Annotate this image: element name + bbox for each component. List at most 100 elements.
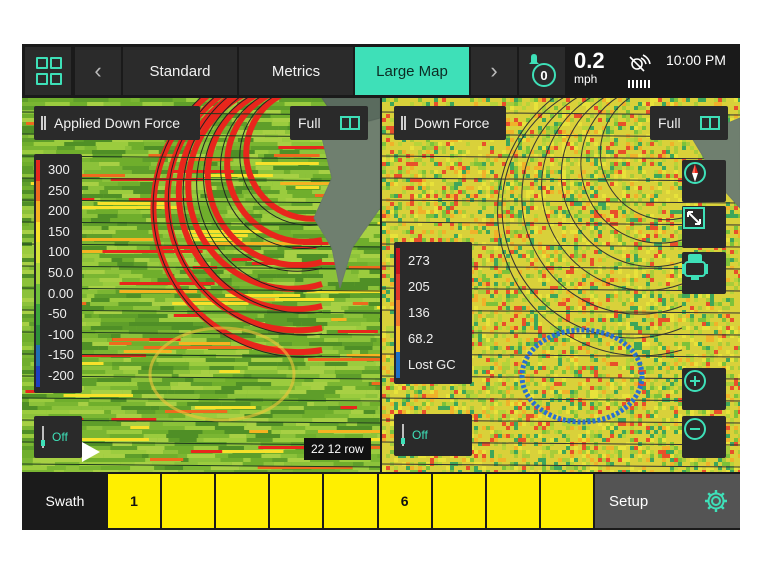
bottom-bar: Swath 1 6 Setup xyxy=(22,472,740,530)
legend-swatch xyxy=(36,345,40,366)
legend-swatch xyxy=(396,248,400,274)
swath-section[interactable] xyxy=(270,474,325,528)
right-full-button[interactable]: Full xyxy=(650,106,728,140)
legend-swatch xyxy=(396,326,400,352)
zoom-out-icon xyxy=(684,418,706,440)
legend-swatch xyxy=(36,221,40,243)
legend-label: 50.0 xyxy=(48,264,74,280)
right-off-label: Off xyxy=(412,428,428,442)
swath-section[interactable] xyxy=(540,474,595,528)
legend-swatch xyxy=(396,300,400,326)
left-legend-item: -50 xyxy=(34,304,82,325)
legend-label: 205 xyxy=(408,279,430,294)
right-full-label: Full xyxy=(658,115,681,131)
zoom-in-button[interactable] xyxy=(682,368,726,410)
legend-label: 200 xyxy=(48,203,70,219)
left-legend-item: 0.00 xyxy=(34,283,82,305)
swath-section[interactable] xyxy=(324,474,379,528)
left-full-label: Full xyxy=(298,115,321,131)
swath-section[interactable] xyxy=(216,474,271,528)
left-legend-item: 200 xyxy=(34,201,82,222)
expand-icon xyxy=(683,207,705,229)
legend-swatch xyxy=(36,324,40,346)
tab-label: Metrics xyxy=(271,62,321,80)
legend-swatch xyxy=(396,274,400,300)
left-map-view[interactable]: Applied Down Force Full 300 250 200 150 100 5… xyxy=(22,98,380,472)
right-layer-selector[interactable]: Down Force xyxy=(394,106,506,140)
right-legend-item: Lost GC xyxy=(394,352,472,378)
legend-swatch xyxy=(36,160,40,181)
grid-icon xyxy=(36,57,62,85)
legend-swatch xyxy=(36,242,40,263)
app-menu-button[interactable] xyxy=(25,47,71,95)
display-screen: ‹ Standard Metrics Large Map › 0 0.2 mph xyxy=(22,44,740,530)
speed-unit: mph xyxy=(574,72,598,86)
satellite-icon xyxy=(628,54,651,88)
tractor-icon xyxy=(682,254,708,280)
prev-page-button[interactable]: ‹ xyxy=(75,47,121,95)
right-legend-item: 136 xyxy=(394,300,472,326)
zoom-out-button[interactable] xyxy=(682,416,726,458)
speed-value: 0.2 xyxy=(574,48,605,73)
tab-metrics[interactable]: Metrics xyxy=(239,47,353,95)
gear-icon xyxy=(705,490,727,512)
notifications-button[interactable]: 0 xyxy=(519,47,565,95)
right-legend-item: 273 xyxy=(394,248,472,274)
swath-section[interactable] xyxy=(486,474,541,528)
split-view-icon xyxy=(700,116,720,130)
legend-swatch xyxy=(36,180,40,202)
legend-swatch xyxy=(36,262,40,284)
chevron-left-icon: ‹ xyxy=(94,58,102,83)
legend-swatch xyxy=(36,283,40,305)
legend-label: -200 xyxy=(48,367,75,383)
gps-status xyxy=(626,52,654,90)
toggle-slider-icon xyxy=(401,424,405,446)
swath-label: Swath xyxy=(45,493,85,509)
swath-section[interactable] xyxy=(432,474,487,528)
left-legend-item: 50.0 xyxy=(34,262,82,284)
left-legend-item: 300 xyxy=(34,160,82,181)
left-full-button[interactable]: Full xyxy=(290,106,368,140)
next-page-button[interactable]: › xyxy=(471,47,517,95)
setup-label: Setup xyxy=(609,492,649,510)
notification-bell-icon: 0 xyxy=(529,54,556,87)
left-layer-label: Applied Down Force xyxy=(54,115,181,131)
tab-large-map[interactable]: Large Map xyxy=(355,47,469,95)
expand-map-button[interactable] xyxy=(682,206,726,248)
legend-label: 68.2 xyxy=(408,331,434,346)
swath-section[interactable]: 6 xyxy=(378,474,433,528)
right-off-toggle[interactable]: Off xyxy=(394,414,472,456)
speed-readout: 0.2 mph xyxy=(574,48,605,86)
legend-label: 150 xyxy=(48,223,70,239)
left-off-label: Off xyxy=(52,430,68,444)
legend-label: 136 xyxy=(408,305,430,320)
left-legend-item: -150 xyxy=(34,345,82,366)
tab-label: Standard xyxy=(149,62,211,80)
legend-label: -150 xyxy=(48,347,75,363)
right-legend-item: 205 xyxy=(394,274,472,300)
legend-label: Lost GC xyxy=(408,357,456,372)
vehicle-position-icon xyxy=(82,442,100,462)
swath-section[interactable]: 1 xyxy=(108,474,163,528)
chevron-right-icon: › xyxy=(490,58,498,83)
tab-standard[interactable]: Standard xyxy=(123,47,237,95)
split-view-icon xyxy=(340,116,360,130)
swath-section[interactable] xyxy=(162,474,217,528)
right-map-view[interactable]: Down Force Full 273 205 136 68.2 Lost GC Off xyxy=(382,98,740,472)
compass-icon xyxy=(684,162,706,184)
setup-button[interactable]: Setup xyxy=(595,474,740,528)
notification-count: 0 xyxy=(540,68,547,83)
compass-button[interactable] xyxy=(682,160,726,202)
zoom-in-icon xyxy=(684,370,706,392)
tractor-view-button[interactable] xyxy=(682,252,726,294)
left-off-toggle[interactable]: Off xyxy=(34,416,82,458)
left-layer-selector[interactable]: Applied Down Force xyxy=(34,106,200,140)
left-legend-item: -100 xyxy=(34,324,82,346)
left-legend-item: 150 xyxy=(34,221,82,243)
legend-swatch xyxy=(36,304,40,325)
legend-label: 0.00 xyxy=(48,285,74,301)
legend-swatch xyxy=(36,365,40,387)
legend-swatch xyxy=(36,201,40,222)
left-legend-item: -200 xyxy=(34,365,82,387)
left-legend: 300 250 200 150 100 50.0 0.00 -50 -100 -150 -200 xyxy=(34,154,82,393)
